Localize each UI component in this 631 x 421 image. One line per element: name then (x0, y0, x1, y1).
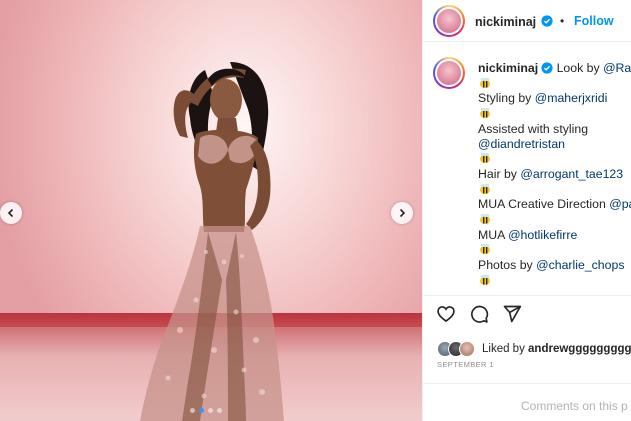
username-link[interactable]: nickiminaj (475, 15, 536, 29)
mention-link[interactable]: @Raba (603, 61, 631, 75)
like-button[interactable] (435, 303, 457, 325)
header-separator: • (560, 14, 565, 28)
mention-link[interactable]: @pa (609, 197, 631, 211)
caption-line: nickiminaj Look by @Raba (478, 61, 631, 76)
previous-photo-button[interactable] (0, 202, 22, 224)
caption-text-fragment: Photos by (478, 258, 537, 273)
chevron-left-icon (7, 208, 14, 218)
caption-emoji-line (478, 182, 631, 198)
caption-line: Photos by @charlie_chops (478, 258, 631, 273)
liked-by-prefix: Liked by (482, 343, 529, 355)
post-side-panel: nickiminaj • Follow nickiminaj Look by @… (422, 0, 631, 421)
liked-by-text: Liked by andrewggggggggg (482, 343, 631, 355)
avatar[interactable] (433, 5, 465, 37)
mention-link[interactable]: @maherjxridi (535, 91, 608, 105)
caption-text-fragment: Hair by (478, 166, 521, 181)
next-photo-button[interactable] (391, 202, 413, 224)
post-date[interactable]: SEPTEMBER 1 (437, 360, 494, 369)
caption-emoji-line (478, 273, 631, 289)
comment-bubble-icon (471, 305, 489, 323)
caption-line: MUA @hotlikefirre (478, 228, 631, 243)
caption-avatar[interactable] (433, 57, 465, 89)
liker-username-link[interactable]: andrewggggggggg (528, 343, 631, 355)
follow-button[interactable]: Follow (574, 14, 614, 28)
caption-emoji-line (478, 76, 631, 92)
bee-emoji-icon (480, 183, 490, 194)
bee-emoji-icon (480, 274, 490, 285)
carousel-dot (208, 408, 213, 413)
post-header: nickiminaj • Follow (423, 0, 631, 42)
bee-emoji-icon (480, 153, 490, 164)
caption-text-fragment: Styling by (478, 91, 535, 106)
comment-button[interactable] (468, 303, 490, 325)
mention-link[interactable]: @diandretristan (478, 137, 565, 151)
carousel-indicator (190, 408, 222, 413)
chevron-right-icon (399, 208, 406, 218)
bee-emoji-icon (480, 244, 490, 255)
carousel-dot-active (199, 408, 204, 413)
likes-summary: Liked by andrewggggggggg (437, 339, 631, 359)
paper-plane-icon (503, 305, 522, 323)
comment-bar: Comments on this p (423, 383, 631, 421)
heart-icon (437, 306, 455, 323)
share-button[interactable] (501, 303, 523, 325)
bee-emoji-icon (480, 108, 490, 119)
carousel-dot (190, 408, 195, 413)
mention-link[interactable]: @charlie_chops (536, 258, 624, 272)
caption-username-link[interactable]: nickiminaj (478, 61, 538, 75)
carousel-dot (217, 408, 222, 413)
verified-badge-icon (541, 15, 553, 27)
mention-link[interactable]: @arrogant_tae123 (520, 167, 623, 181)
caption-line: Hair by @arrogant_tae123 (478, 167, 631, 182)
caption-text: nickiminaj Look by @Raba Styling by @mah… (478, 61, 631, 289)
caption-area: nickiminaj Look by @Raba Styling by @mah… (423, 42, 631, 296)
caption-emoji-line (478, 106, 631, 122)
caption-line: MUA Creative Direction @pa (478, 197, 631, 212)
bee-emoji-icon (480, 77, 490, 88)
caption-emoji-line (478, 212, 631, 228)
model-figure (140, 62, 284, 421)
caption-text-fragment: MUA Creative Direction (478, 197, 610, 212)
caption-text-fragment: Assisted with styling (478, 121, 589, 136)
mention-link[interactable]: @hotlikefirre (508, 228, 577, 242)
post-actions (435, 303, 523, 325)
bee-emoji-icon (480, 213, 490, 225)
caption-line: Styling by @maherjxridi (478, 91, 631, 106)
caption-emoji-line (478, 242, 631, 258)
caption-text-fragment: MUA (478, 227, 509, 242)
caption-line: Assisted with styling (478, 122, 631, 137)
comment-input[interactable]: Comments on this p (521, 399, 631, 413)
caption-emoji-line (478, 151, 631, 167)
caption-text-fragment: Look by (556, 61, 604, 75)
liker-avatar[interactable] (459, 341, 475, 357)
post-photo[interactable] (0, 0, 422, 421)
verified-badge-icon (541, 62, 553, 74)
caption-line: @diandretristan (478, 137, 631, 152)
